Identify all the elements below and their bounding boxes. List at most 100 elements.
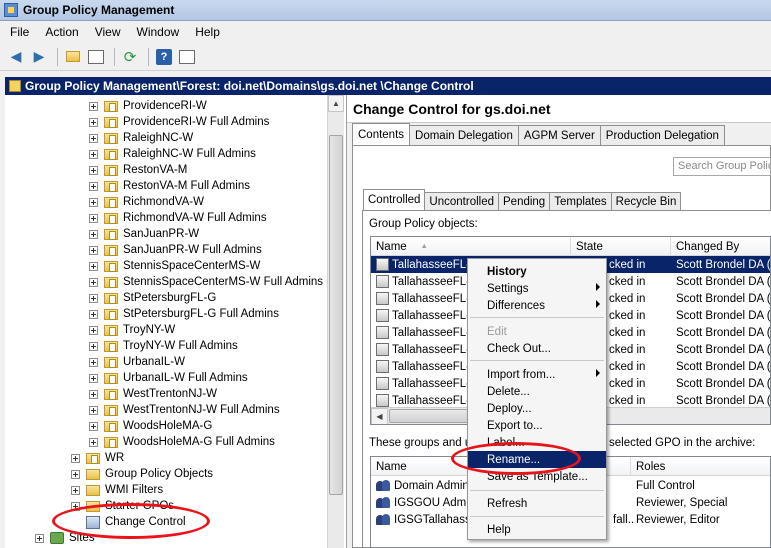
tree-item[interactable]: RestonVA-M Full Admins <box>89 178 250 194</box>
menu-import-from[interactable]: Import from... <box>468 366 606 383</box>
expand-icon[interactable] <box>89 181 98 191</box>
menu-rename[interactable]: Rename... <box>468 451 606 468</box>
expand-icon[interactable] <box>89 373 98 383</box>
expand-icon[interactable] <box>89 245 98 255</box>
tree-item[interactable]: Sites <box>35 530 95 546</box>
column-changed-by[interactable]: Changed By <box>671 237 770 256</box>
search-input[interactable]: Search Group Policy <box>673 157 771 176</box>
column-state[interactable]: State <box>571 237 671 256</box>
tree-item[interactable]: WoodsHoleMA-G <box>89 418 212 434</box>
tree-item[interactable]: StennisSpaceCenterMS-W Full Admins <box>89 274 323 290</box>
tree-item[interactable]: RestonVA-M <box>89 162 187 178</box>
menu-action[interactable]: Action <box>37 25 86 39</box>
menu-refresh[interactable]: Refresh <box>468 495 606 512</box>
menu-label[interactable]: Label... <box>468 434 606 451</box>
tree-item-change-control[interactable]: Change Control <box>86 514 186 530</box>
tab-contents[interactable]: Contents <box>352 123 411 145</box>
subtab-pending[interactable]: Pending <box>498 192 551 210</box>
tab-domain-delegation[interactable]: Domain Delegation <box>409 125 519 145</box>
menu-delete[interactable]: Delete... <box>468 383 606 400</box>
scroll-thumb[interactable] <box>389 409 479 423</box>
menu-check-out[interactable]: Check Out... <box>468 340 606 357</box>
tree-item[interactable]: WMI Filters <box>71 482 163 498</box>
tree-item[interactable]: WoodsHoleMA-G Full Admins <box>89 434 275 450</box>
tree-item[interactable]: SanJuanPR-W Full Admins <box>89 242 262 258</box>
subtab-uncontrolled[interactable]: Uncontrolled <box>424 192 499 210</box>
expand-icon[interactable] <box>71 501 80 511</box>
tree-item[interactable]: TroyNY-W Full Admins <box>89 338 238 354</box>
tab-production-delegation[interactable]: Production Delegation <box>599 125 725 145</box>
expand-icon[interactable] <box>71 469 80 479</box>
expand-icon[interactable] <box>89 309 98 319</box>
tree-item[interactable]: RichmondVA-W <box>89 194 204 210</box>
subtab-templates[interactable]: Templates <box>549 192 612 210</box>
scroll-left-icon[interactable]: ◀ <box>371 408 388 424</box>
expand-icon[interactable] <box>89 405 98 415</box>
tree-item[interactable]: WestTrentonNJ-W Full Admins <box>89 402 280 418</box>
expand-icon[interactable] <box>89 277 98 287</box>
expand-icon[interactable] <box>89 437 98 447</box>
tree-item[interactable]: RaleighNC-W <box>89 130 193 146</box>
expand-icon[interactable] <box>89 261 98 271</box>
expand-icon[interactable] <box>71 485 80 495</box>
expand-icon[interactable] <box>89 293 98 303</box>
menu-help[interactable]: Help <box>187 25 228 39</box>
tree-item[interactable]: StPetersburgFL-G <box>89 290 216 306</box>
tree-item[interactable]: ProvidenceRI-W <box>89 98 207 114</box>
tree-item[interactable]: UrbanaIL-W <box>89 354 185 370</box>
up-folder-icon[interactable] <box>63 47 83 67</box>
menu-differences[interactable]: Differences <box>468 297 606 314</box>
tree-item[interactable]: Starter GPOs <box>71 498 174 514</box>
tab-agpm-server[interactable]: AGPM Server <box>517 125 601 145</box>
menu-export-to[interactable]: Export to... <box>468 417 606 434</box>
column-name[interactable]: Name ▲ <box>371 237 571 256</box>
tree-item[interactable]: TroyNY-W <box>89 322 175 338</box>
menu-settings[interactable]: Settings <box>468 280 606 297</box>
menu-deploy[interactable]: Deploy... <box>468 400 606 417</box>
menu-save-as-template[interactable]: Save as Template... <box>468 468 606 485</box>
refresh-icon[interactable]: ⟳ <box>120 47 140 67</box>
properties-icon[interactable] <box>177 47 197 67</box>
show-hide-tree-icon[interactable] <box>86 47 106 67</box>
tree-item[interactable]: StennisSpaceCenterMS-W <box>89 258 260 274</box>
expand-icon[interactable] <box>89 133 98 143</box>
gpo-state: cked in <box>609 377 646 390</box>
expand-icon[interactable] <box>89 357 98 367</box>
tree-item[interactable]: SanJuanPR-W <box>89 226 199 242</box>
expand-icon[interactable] <box>89 229 98 239</box>
expand-icon[interactable] <box>89 101 98 111</box>
expand-icon[interactable] <box>71 453 80 463</box>
menu-history[interactable]: History <box>468 263 606 280</box>
expand-icon[interactable] <box>89 197 98 207</box>
tree-item[interactable]: UrbanaIL-W Full Admins <box>89 370 248 386</box>
expand-icon[interactable] <box>89 389 98 399</box>
menu-view[interactable]: View <box>87 25 129 39</box>
tree-item[interactable]: RichmondVA-W Full Admins <box>89 210 267 226</box>
subtab-recycle-bin[interactable]: Recycle Bin <box>610 192 682 210</box>
expand-icon[interactable] <box>89 149 98 159</box>
tree-item[interactable]: WR <box>71 450 124 466</box>
expand-icon[interactable] <box>89 341 98 351</box>
expand-icon[interactable] <box>89 421 98 431</box>
expand-icon[interactable] <box>89 165 98 175</box>
expand-icon[interactable] <box>89 117 98 127</box>
scroll-thumb[interactable] <box>329 135 343 495</box>
scroll-up-icon[interactable]: ▲ <box>328 95 344 112</box>
menu-help-item[interactable]: Help <box>468 521 606 538</box>
expand-icon[interactable] <box>89 325 98 335</box>
tree-item[interactable]: ProvidenceRI-W Full Admins <box>89 114 269 130</box>
menu-window[interactable]: Window <box>129 25 188 39</box>
expand-icon[interactable] <box>89 213 98 223</box>
forward-arrow-icon[interactable]: ▶ <box>29 47 49 67</box>
help-icon[interactable]: ? <box>154 47 174 67</box>
menu-file[interactable]: File <box>2 25 37 39</box>
expand-icon[interactable] <box>35 533 44 543</box>
tree-scrollbar[interactable]: ▲ <box>327 95 344 548</box>
tree-item[interactable]: RaleighNC-W Full Admins <box>89 146 256 162</box>
subtab-controlled[interactable]: Controlled <box>363 189 426 210</box>
tree-item[interactable]: WestTrentonNJ-W <box>89 386 217 402</box>
tree-item[interactable]: Group Policy Objects <box>71 466 213 482</box>
back-arrow-icon[interactable]: ◀ <box>6 47 26 67</box>
column-roles[interactable]: Roles <box>631 457 770 476</box>
tree-item[interactable]: StPetersburgFL-G Full Admins <box>89 306 279 322</box>
